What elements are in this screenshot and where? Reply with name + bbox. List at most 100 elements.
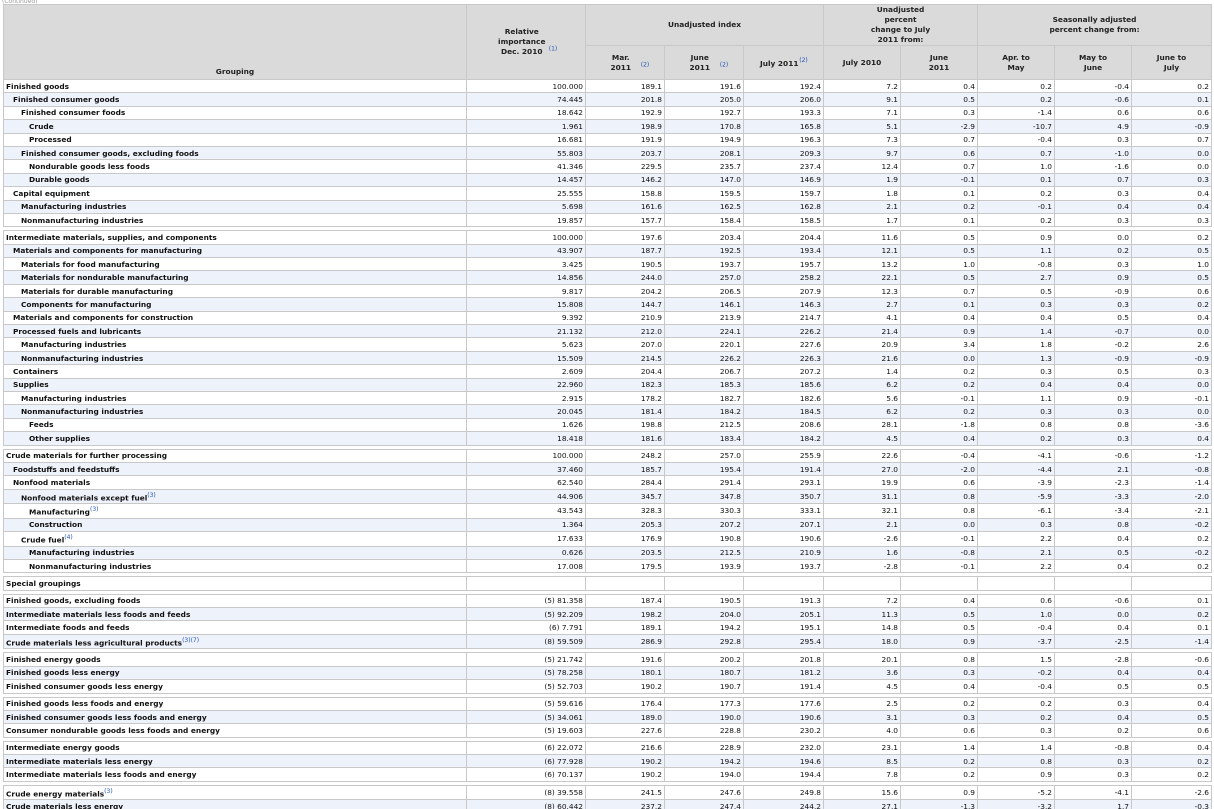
value-cell: 0.0 <box>900 517 979 533</box>
value-cell: 28.1 <box>823 417 902 433</box>
value-cell: 0.2 <box>1131 230 1213 245</box>
value-cell: 0.2 <box>1054 723 1133 738</box>
value-cell: -0.3 <box>1131 799 1213 809</box>
value-cell: 0.4 <box>1131 431 1213 446</box>
value-cell: 0.4 <box>1054 531 1133 547</box>
value-cell: 203.5 <box>585 545 665 560</box>
value-cell: 204.4 <box>585 364 665 379</box>
value-cell: -0.4 <box>977 620 1056 635</box>
row-label: Finished goods <box>3 78 467 94</box>
value-cell: 284.4 <box>585 475 665 490</box>
value-cell: 192.9 <box>585 105 665 121</box>
footnote-link[interactable]: (2) <box>641 61 650 68</box>
value-cell: 1.4 <box>900 740 979 756</box>
relative-importance-cell: 3.425 <box>466 257 586 272</box>
value-cell: 205.0 <box>664 92 744 107</box>
value-cell: 2.1 <box>823 517 902 533</box>
table-row: Finished consumer goods less foods and e… <box>3 709 1213 725</box>
value-cell: 292.8 <box>664 633 744 650</box>
value-cell: 15.6 <box>823 784 902 801</box>
footnote-link[interactable]: (2) <box>799 57 808 64</box>
footnote-link[interactable]: (2) <box>720 61 729 68</box>
value-cell: 190.6 <box>742 531 825 547</box>
row-label-text: Finished goods less energy <box>6 668 120 678</box>
value-cell: -5.2 <box>977 784 1056 801</box>
value-cell: 184.2 <box>664 404 744 419</box>
value-cell: 212.5 <box>664 545 744 560</box>
table-row: Nonfood materials except fuel(3) 44.906 34… <box>3 488 1213 505</box>
footnote-link[interactable]: (3) <box>104 788 113 795</box>
row-label: Nonmanufacturing industries <box>3 350 467 366</box>
row-label-text: Intermediate materials less foods and en… <box>6 770 197 780</box>
row-label: Feeds <box>3 417 467 433</box>
row-label-text: Finished goods, excluding foods <box>6 596 141 606</box>
table-row: Crude materials less agricultural produc… <box>3 633 1213 650</box>
value-cell: 157.7 <box>585 212 665 228</box>
value-cell: 0.4 <box>1131 696 1213 711</box>
value-cell: 0.5 <box>977 283 1056 299</box>
relative-importance-cell: 2.915 <box>466 390 586 406</box>
table-row: Intermediate materials less foods and fe… <box>3 607 1213 622</box>
table-row: Manufacturing(3) 43.543 328.3 330.3 333.1 32.… <box>3 503 1213 519</box>
value-cell: 0.4 <box>1054 377 1133 392</box>
value-cell: 241.5 <box>585 784 665 801</box>
ppi-table-page: (Continued) Grouping Relative importance… <box>0 0 1214 809</box>
row-label: Finished goods less energy <box>3 665 467 681</box>
relative-importance-cell: 17.633 <box>466 531 586 547</box>
table-row: Nonmanufacturing industries 20.045 181.4 18… <box>3 404 1213 419</box>
footnote-link[interactable]: (3) <box>147 492 156 499</box>
value-cell: 32.1 <box>823 503 902 519</box>
value-cell: -3.4 <box>1054 503 1133 519</box>
unadjusted-pct-header: Unadjusted percent change to July 2011 f… <box>823 4 979 46</box>
value-cell: 0.9 <box>977 230 1056 245</box>
value-cell: -0.1 <box>900 531 979 547</box>
value-cell: 249.8 <box>742 784 825 801</box>
footnote-link[interactable]: (1) <box>549 46 558 53</box>
value-cell: 1.5 <box>977 652 1056 667</box>
table-row: Intermediate materials less energy (6) 77… <box>3 754 1213 769</box>
value-cell: 0.1 <box>1131 593 1213 609</box>
subheader-cell: Mar. 2011 (2) <box>585 45 665 80</box>
value-cell: 0.9 <box>900 633 979 650</box>
row-label-text: Finished consumer goods, excluding foods <box>21 148 199 158</box>
table-row: Finished energy goods (5) 21.742 191.6 200.… <box>3 652 1213 667</box>
value-cell: 159.7 <box>742 186 825 201</box>
footnote-link[interactable]: (4) <box>64 534 73 541</box>
row-label: Crude fuel(4) <box>3 531 467 547</box>
value-cell: 255.9 <box>742 448 825 463</box>
value-cell: 0.2 <box>977 212 1056 228</box>
value-cell: 0.3 <box>1054 431 1133 446</box>
value-cell: 204.4 <box>742 230 825 245</box>
value-cell: 159.5 <box>664 186 744 201</box>
value-cell: 0.6 <box>1131 283 1213 299</box>
value-cell: 0.3 <box>1054 754 1133 769</box>
value-cell: -5.9 <box>977 488 1056 505</box>
value-cell: 205.3 <box>585 517 665 533</box>
footnote-link[interactable]: (3) <box>90 506 99 513</box>
value-cell: 181.4 <box>585 404 665 419</box>
table-row: Supplies 22.960 182.3 185.3 185.6 6.2 0.2 0.4 0.… <box>3 377 1213 392</box>
footnote-link[interactable]: (3)(7) <box>182 637 199 644</box>
value-cell: 191.6 <box>664 78 744 94</box>
value-cell: 198.9 <box>585 119 665 134</box>
relative-importance-cell: 25.555 <box>466 186 586 201</box>
value-cell: 207.9 <box>742 283 825 299</box>
value-cell: 258.2 <box>742 270 825 285</box>
value-cell: 216.6 <box>585 740 665 756</box>
value-cell: 146.1 <box>664 297 744 312</box>
value-cell: 0.7 <box>900 159 979 174</box>
row-label: Crude materials less energy <box>3 799 467 809</box>
value-cell: 2.1 <box>977 545 1056 560</box>
value-cell: -1.6 <box>1054 159 1133 174</box>
value-cell <box>742 576 825 591</box>
value-cell: -0.2 <box>977 665 1056 681</box>
table-row: Nonfood materials 62.540 284.4 291.4 293.1 19… <box>3 475 1213 490</box>
value-cell: 0.2 <box>977 709 1056 725</box>
row-label-text: Manufacturing industries <box>21 202 127 212</box>
value-cell: -1.0 <box>1054 145 1133 161</box>
row-label: Manufacturing industries <box>3 199 467 214</box>
row-label-text: Materials and components for manufacturi… <box>13 246 203 256</box>
value-cell: 0.2 <box>900 404 979 419</box>
value-cell: 209.3 <box>742 145 825 161</box>
value-cell: 194.2 <box>664 620 744 635</box>
